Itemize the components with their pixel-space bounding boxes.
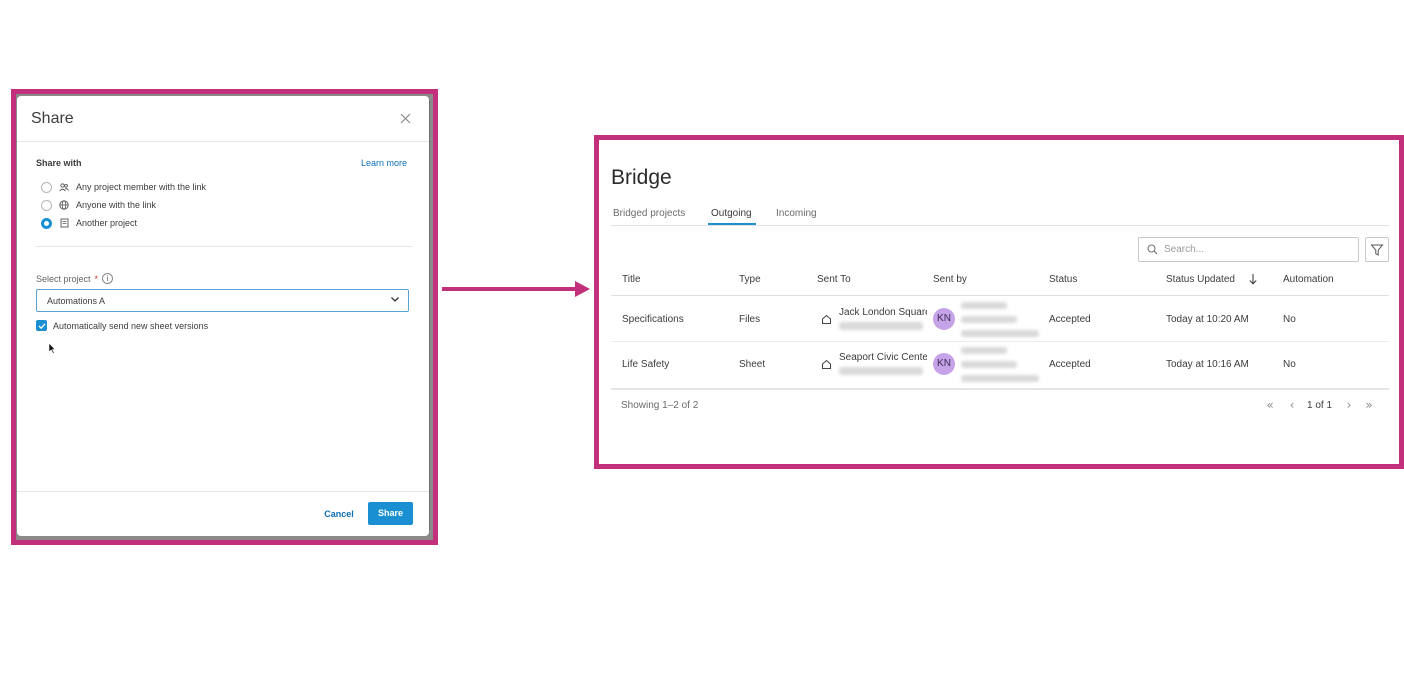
divider bbox=[17, 141, 429, 142]
globe-icon bbox=[59, 200, 69, 210]
auto-send-checkbox[interactable] bbox=[36, 320, 47, 331]
column-header-automation[interactable]: Automation bbox=[1283, 274, 1334, 285]
redacted-text bbox=[961, 316, 1017, 323]
checkmark-icon bbox=[38, 322, 45, 329]
close-icon[interactable] bbox=[398, 112, 413, 127]
tab-outgoing[interactable]: Outgoing bbox=[711, 208, 752, 219]
auto-send-option[interactable]: Automatically send new sheet versions bbox=[36, 320, 208, 331]
column-header-title[interactable]: Title bbox=[622, 274, 641, 285]
filter-icon bbox=[1370, 244, 1384, 256]
table-footer-divider bbox=[611, 388, 1389, 390]
redacted-text bbox=[839, 322, 923, 330]
cell-automation: No bbox=[1283, 359, 1296, 370]
redacted-text bbox=[961, 347, 1007, 354]
share-with-label: Share with bbox=[36, 158, 82, 168]
share-option-anyone[interactable]: Anyone with the link bbox=[41, 199, 156, 211]
radio-button[interactable] bbox=[41, 181, 52, 193]
selected-project-value: Automations A bbox=[47, 296, 106, 306]
sort-descending-icon[interactable] bbox=[1248, 273, 1258, 285]
mouse-cursor-icon bbox=[48, 342, 56, 354]
tab-incoming[interactable]: Incoming bbox=[776, 208, 817, 219]
cancel-button[interactable]: Cancel bbox=[322, 505, 356, 523]
share-option-project-members[interactable]: Any project member with the link bbox=[41, 181, 206, 193]
cell-sent-to: Jack London Square bbox=[839, 307, 927, 318]
search-icon bbox=[1147, 244, 1158, 255]
next-page-icon[interactable]: › bbox=[1342, 398, 1356, 412]
dialog-title: Share bbox=[31, 110, 74, 127]
project-icon bbox=[822, 314, 831, 324]
chevron-down-icon bbox=[391, 297, 399, 302]
project-select[interactable]: Automations A bbox=[36, 289, 409, 312]
tab-bridged-projects[interactable]: Bridged projects bbox=[613, 208, 685, 219]
select-project-label: Select project * i bbox=[36, 273, 114, 284]
share-button[interactable]: Share bbox=[368, 502, 413, 525]
radio-button-selected[interactable] bbox=[41, 217, 52, 229]
redacted-text bbox=[961, 302, 1007, 309]
flow-arrow-line bbox=[442, 287, 578, 291]
last-page-icon[interactable]: » bbox=[1362, 398, 1376, 412]
people-icon bbox=[59, 182, 69, 192]
cell-status: Accepted bbox=[1049, 314, 1091, 325]
row-count-text: Showing 1–2 of 2 bbox=[621, 400, 699, 411]
cell-type: Sheet bbox=[739, 359, 766, 370]
auto-send-label: Automatically send new sheet versions bbox=[53, 320, 209, 331]
cell-sent-to: Seaport Civic Center bbox=[839, 352, 927, 363]
column-header-status-updated[interactable]: Status Updated bbox=[1166, 274, 1235, 285]
redacted-text bbox=[839, 367, 923, 375]
search-input[interactable]: Search... bbox=[1138, 237, 1359, 262]
cell-status-updated: Today at 10:16 AM bbox=[1166, 359, 1249, 370]
search-placeholder: Search... bbox=[1164, 244, 1205, 255]
project-icon bbox=[59, 218, 69, 228]
column-header-sent-by[interactable]: Sent by bbox=[933, 274, 967, 285]
cell-type: Files bbox=[739, 314, 761, 325]
redacted-text bbox=[961, 361, 1017, 368]
arrow-right-icon bbox=[575, 281, 590, 297]
cell-status-updated: Today at 10:20 AM bbox=[1166, 314, 1249, 325]
option-label: Any project member with the link bbox=[76, 182, 207, 192]
redacted-text bbox=[961, 375, 1039, 382]
avatar: KN bbox=[933, 353, 955, 375]
tabs-divider bbox=[611, 225, 1389, 226]
project-icon bbox=[822, 359, 831, 369]
radio-button[interactable] bbox=[41, 199, 52, 211]
column-header-status[interactable]: Status bbox=[1049, 274, 1077, 285]
redacted-text bbox=[961, 330, 1039, 337]
cell-status: Accepted bbox=[1049, 359, 1091, 370]
column-header-sent-to[interactable]: Sent To bbox=[817, 274, 851, 285]
page-indicator: 1 of 1 bbox=[1307, 400, 1333, 411]
filter-button[interactable] bbox=[1365, 237, 1389, 262]
share-option-another-project[interactable]: Another project bbox=[41, 217, 137, 229]
learn-more-link[interactable]: Learn more bbox=[361, 158, 407, 168]
active-tab-indicator bbox=[708, 223, 756, 225]
divider bbox=[36, 246, 412, 247]
cell-automation: No bbox=[1283, 314, 1296, 325]
cell-title[interactable]: Specifications bbox=[622, 314, 684, 325]
first-page-icon[interactable]: « bbox=[1263, 398, 1277, 412]
page-title: Bridge bbox=[611, 166, 672, 189]
avatar: KN bbox=[933, 308, 955, 330]
cell-title[interactable]: Life Safety bbox=[622, 359, 669, 370]
option-label: Another project bbox=[76, 218, 138, 228]
previous-page-icon[interactable]: ‹ bbox=[1285, 398, 1299, 412]
column-header-type[interactable]: Type bbox=[739, 274, 761, 285]
info-icon[interactable]: i bbox=[102, 273, 114, 284]
divider bbox=[17, 491, 429, 492]
option-label: Anyone with the link bbox=[76, 200, 157, 210]
